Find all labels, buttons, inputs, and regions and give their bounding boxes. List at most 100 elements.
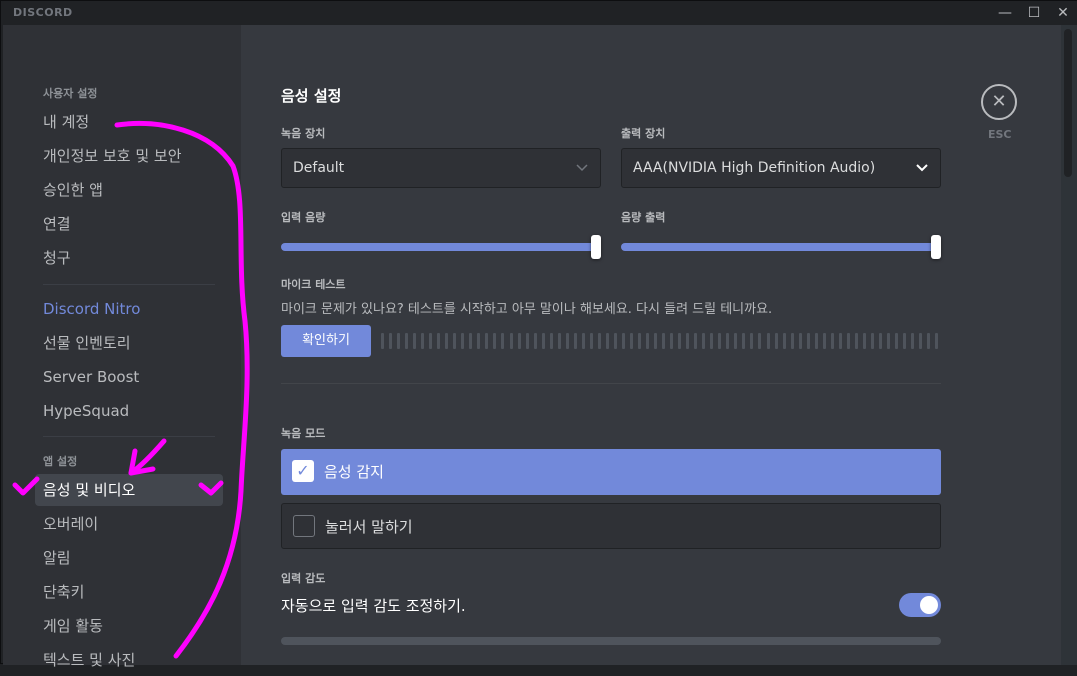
meter-tick: [549, 333, 553, 349]
sidebar-item-notifications[interactable]: 알림: [35, 542, 223, 574]
close-window-button[interactable]: ✕: [1049, 1, 1077, 25]
sidebar-item-keybinds[interactable]: 단축키: [35, 576, 223, 608]
meter-tick: [718, 333, 722, 349]
meter-tick: [798, 333, 802, 349]
meter-tick: [710, 333, 714, 349]
meter-tick: [429, 333, 433, 349]
minimize-button[interactable]: —: [991, 1, 1019, 25]
meter-tick: [445, 333, 449, 349]
meter-tick: [605, 333, 609, 349]
meter-tick: [638, 333, 641, 349]
output-device-value: AAA(NVIDIA High Definition Audio): [633, 160, 876, 176]
input-volume-slider[interactable]: [281, 243, 601, 251]
input-mode-option-label: 눌러서 말하기: [325, 518, 413, 536]
input-device-select[interactable]: Default: [281, 148, 601, 188]
input-sensitivity-label: 입력 감도: [281, 572, 326, 585]
close-icon: ✕: [991, 91, 1007, 112]
checkbox-icon: [293, 515, 315, 537]
output-volume-handle[interactable]: [931, 235, 941, 259]
scrollbar-thumb[interactable]: [1064, 29, 1072, 177]
meter-tick: [782, 333, 786, 349]
sidebar-separator: [43, 436, 215, 437]
meter-tick: [501, 333, 505, 349]
meter-tick: [477, 333, 481, 349]
page-title: 음성 설정: [281, 87, 342, 105]
meter-tick: [830, 333, 834, 349]
meter-tick: [862, 333, 866, 349]
meter-tick: [662, 333, 666, 349]
auto-sensitivity-text: 자동으로 입력 감도 조정하기.: [281, 597, 466, 615]
meter-tick: [919, 333, 923, 349]
output-volume-slider[interactable]: [621, 243, 941, 251]
meter-tick: [613, 333, 617, 349]
input-volume-handle[interactable]: [591, 235, 601, 259]
meter-tick: [509, 333, 513, 349]
meter-tick: [846, 333, 850, 349]
meter-tick: [469, 333, 473, 349]
meter-tick: [742, 333, 746, 349]
meter-tick: [935, 333, 939, 349]
sidebar-item-hypesquad[interactable]: HypeSquad: [35, 395, 223, 427]
sidebar-separator: [43, 284, 215, 285]
meter-tick: [702, 333, 706, 349]
sidebar-item-server-boost[interactable]: Server Boost: [35, 361, 223, 393]
sensitivity-bar[interactable]: [281, 637, 941, 645]
meter-tick: [565, 333, 569, 349]
meter-tick: [678, 333, 682, 349]
sidebar-item-discord-nitro[interactable]: Discord Nitro: [35, 293, 223, 325]
input-device-label: 녹음 장치: [281, 127, 326, 140]
sidebar-item-gift-inventory[interactable]: 선물 인벤토리: [35, 327, 223, 359]
sidebar-item-overlay[interactable]: 오버레이: [35, 508, 223, 540]
meter-tick: [814, 333, 818, 349]
meter-tick: [726, 333, 730, 349]
input-mode-push-to-talk[interactable]: 눌러서 말하기: [281, 503, 941, 549]
close-settings-button[interactable]: ✕: [981, 84, 1017, 120]
sidebar-item-authorized-apps[interactable]: 승인한 앱: [35, 174, 223, 206]
input-volume-label: 입력 음량: [281, 211, 326, 224]
mic-test-button[interactable]: 확인하기: [281, 325, 371, 357]
mic-test-description: 마이크 문제가 있나요? 테스트를 시작하고 아무 말이나 해보세요. 다시 들…: [281, 302, 773, 317]
output-device-label: 출력 장치: [621, 127, 666, 140]
maximize-button[interactable]: ☐: [1020, 1, 1048, 25]
meter-tick: [838, 333, 842, 349]
output-device-select[interactable]: AAA(NVIDIA High Definition Audio): [621, 148, 941, 188]
meter-tick: [758, 333, 762, 349]
meter-tick: [766, 333, 770, 349]
input-mode-voice-activity[interactable]: ✓ 음성 감지: [281, 449, 941, 495]
meter-tick: [654, 333, 658, 349]
sidebar-item-text-images[interactable]: 텍스트 및 사진: [35, 644, 223, 676]
mic-test-label: 마이크 테스트: [281, 278, 346, 291]
discord-logo: DISCORD: [13, 6, 73, 19]
toggle-knob: [920, 596, 938, 614]
sidebar-item-connections[interactable]: 연결: [35, 208, 223, 240]
meter-tick: [822, 333, 826, 349]
user-settings-header: 사용자 설정: [43, 87, 98, 100]
meter-tick: [646, 333, 650, 349]
meter-tick: [389, 333, 393, 349]
sidebar-item-voice-video[interactable]: 음성 및 비디오: [35, 474, 223, 506]
meter-tick: [533, 333, 537, 349]
sidebar-item-my-account[interactable]: 내 계정: [35, 106, 223, 138]
meter-tick: [670, 333, 674, 349]
sidebar-item-billing[interactable]: 청구: [35, 242, 223, 274]
meter-tick: [790, 333, 794, 349]
meter-tick: [437, 333, 441, 349]
meter-tick: [525, 333, 529, 349]
meter-tick: [927, 333, 931, 349]
checkmark-icon: ✓: [292, 460, 314, 482]
meter-tick: [734, 333, 738, 349]
meter-tick: [493, 333, 497, 349]
meter-tick: [517, 333, 521, 349]
meter-tick: [886, 333, 890, 349]
sidebar-item-privacy-safety[interactable]: 개인정보 보호 및 보안: [35, 140, 223, 172]
meter-tick: [485, 333, 489, 349]
app-window: DISCORD — ☐ ✕ 사용자 설정 내 계정 개인정보 보호 및 보안 승…: [0, 0, 1077, 669]
auto-sensitivity-toggle[interactable]: [899, 593, 941, 617]
meter-tick: [686, 333, 690, 349]
meter-tick: [397, 333, 401, 349]
sidebar-item-game-activity[interactable]: 게임 활동: [35, 610, 223, 642]
meter-tick: [903, 333, 907, 349]
app-settings-header: 앱 설정: [43, 455, 78, 468]
meter-tick: [629, 333, 633, 349]
section-divider: [281, 383, 941, 384]
